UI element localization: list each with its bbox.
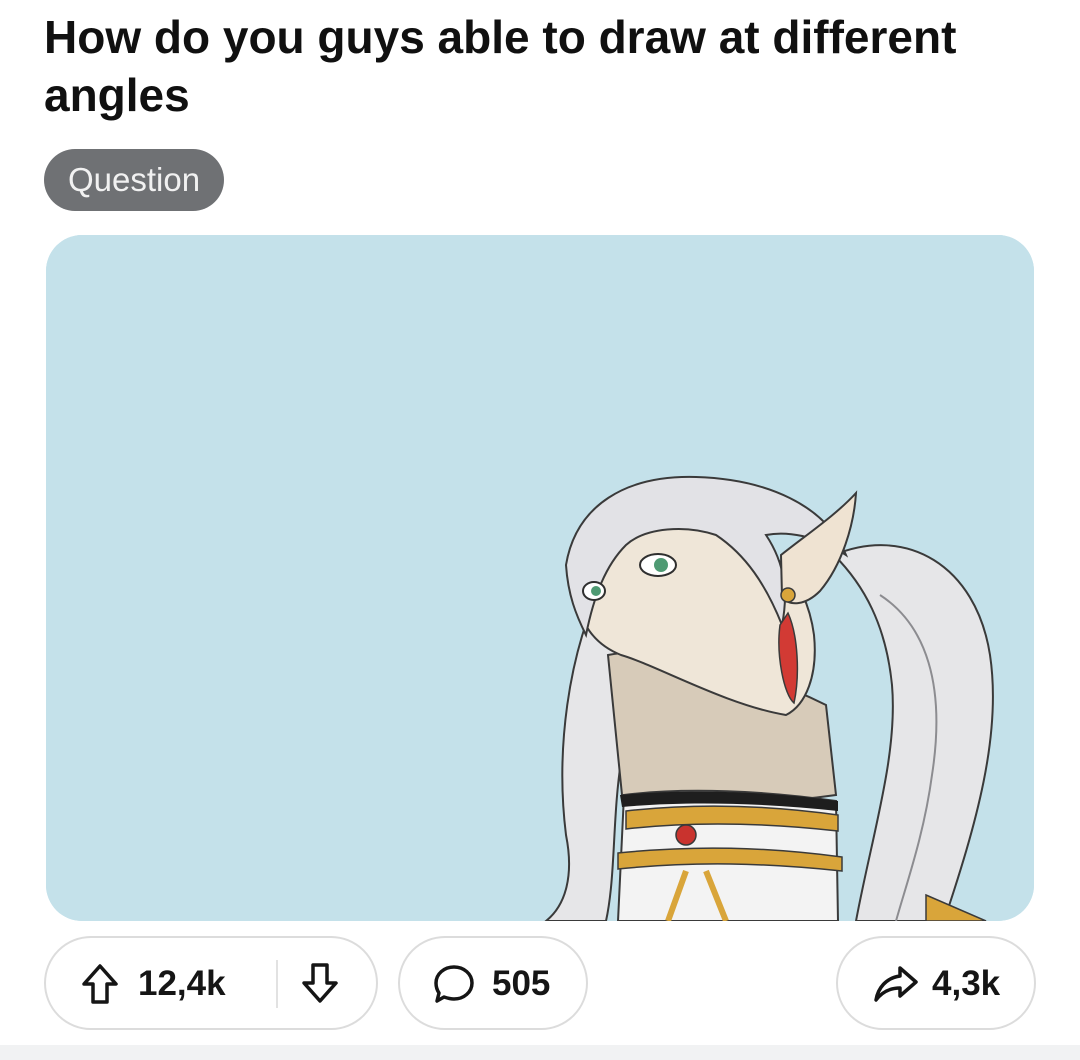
comments-button[interactable]: 505 <box>432 960 550 1008</box>
vote-divider <box>276 960 278 1008</box>
upvote-button[interactable]: 12,4k <box>80 960 226 1008</box>
comments-pill[interactable]: 505 <box>398 936 588 1030</box>
share-arrow-icon <box>872 962 920 1006</box>
share-button[interactable]: 4,3k <box>872 960 1000 1008</box>
bottom-divider <box>0 1045 1080 1060</box>
post-card: How do you guys able to draw at differen… <box>0 0 1080 1060</box>
arrow-up-icon <box>80 962 120 1006</box>
post-title[interactable]: How do you guys able to draw at differen… <box>44 8 1034 124</box>
flair-badge[interactable]: Question <box>44 149 225 211</box>
share-pill[interactable]: 4,3k <box>836 936 1036 1030</box>
downvote-button[interactable] <box>300 961 340 1005</box>
upvote-count: 12,4k <box>138 964 226 1003</box>
arrow-down-icon <box>300 961 340 1005</box>
comment-bubble-icon <box>432 962 476 1006</box>
vote-pill: 12,4k <box>44 936 378 1030</box>
post-image[interactable] <box>46 235 1034 921</box>
action-bar: 12,4k 505 4,3k <box>44 936 1036 1030</box>
character-illustration <box>46 235 1034 921</box>
comment-count: 505 <box>492 964 551 1003</box>
share-count: 4,3k <box>932 964 1001 1003</box>
